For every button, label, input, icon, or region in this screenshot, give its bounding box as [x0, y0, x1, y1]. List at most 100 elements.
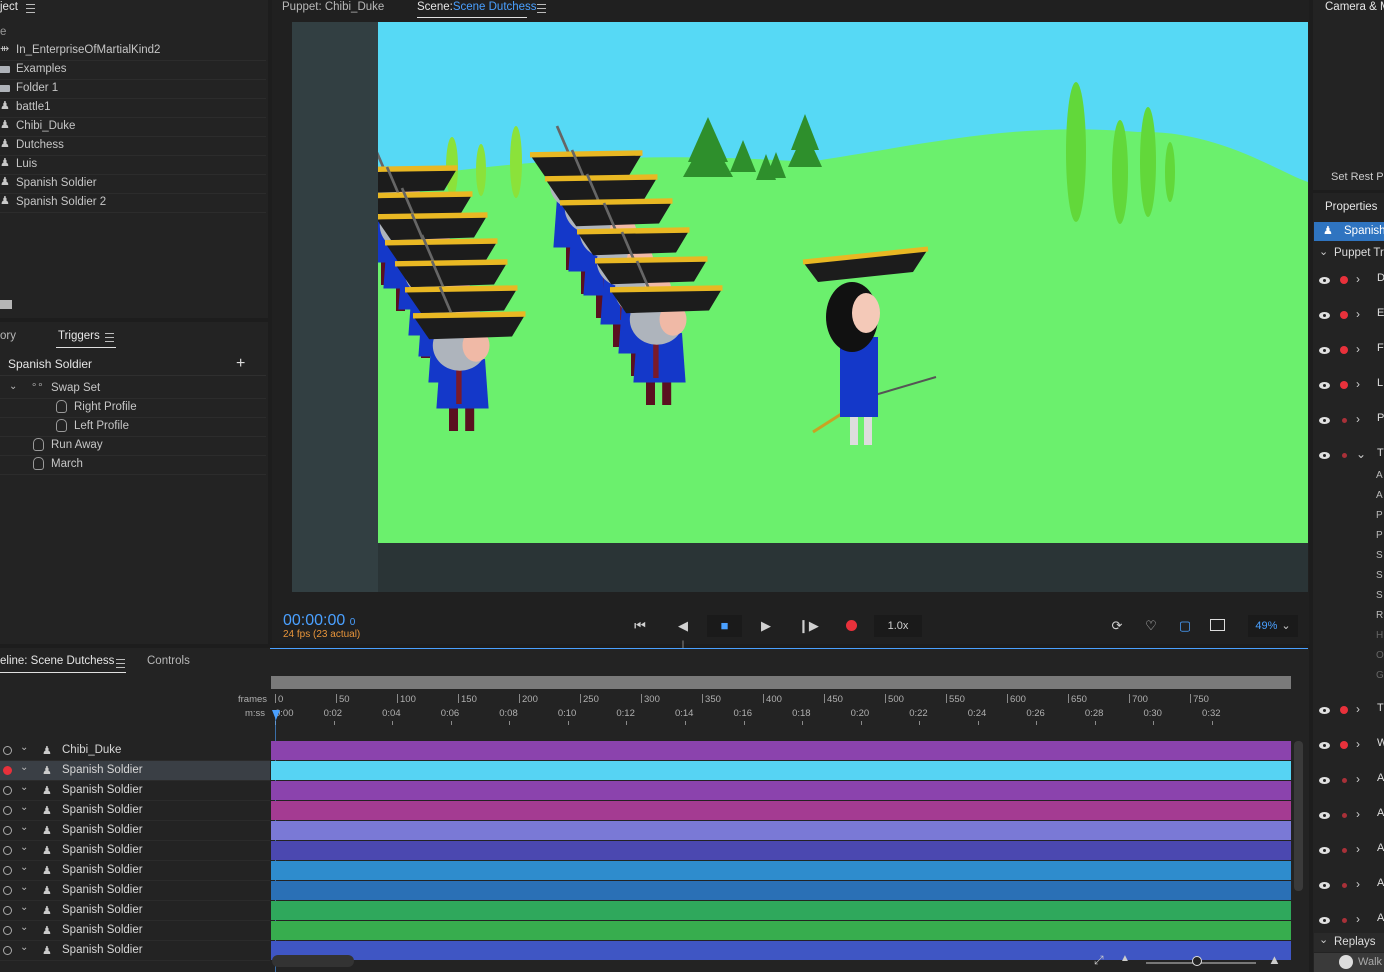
- chevron-right-icon[interactable]: ›: [1356, 912, 1360, 926]
- timeline-tab[interactable]: eline: Scene Dutchess: [0, 655, 114, 667]
- chevron-right-icon[interactable]: ›: [1356, 807, 1360, 821]
- chevron-down-icon[interactable]: ⌄: [1319, 933, 1328, 946]
- visibility-eye-icon[interactable]: [1319, 417, 1330, 424]
- layer-row[interactable]: ⌄ ♟ Spanish Soldier: [0, 901, 270, 921]
- chevron-right-icon[interactable]: ›: [1356, 702, 1360, 716]
- refresh-icon[interactable]: ⟳: [1108, 615, 1126, 637]
- chevron-down-icon[interactable]: ⌄: [20, 942, 28, 953]
- tab-puppet[interactable]: Puppet: Chibi_Duke: [282, 1, 384, 13]
- new-folder-icon[interactable]: [0, 300, 12, 309]
- layer-track-bar[interactable]: [271, 801, 1291, 820]
- record-dot-icon[interactable]: [1340, 741, 1348, 749]
- go-to-start-button[interactable]: ⏮: [630, 615, 650, 637]
- fit-to-window-icon[interactable]: [1210, 619, 1225, 631]
- add-trigger-icon[interactable]: +: [236, 355, 245, 373]
- behavior-row[interactable]: › D: [1314, 263, 1384, 297]
- chevron-down-icon[interactable]: ⌄: [20, 902, 28, 913]
- behavior-row[interactable]: › A: [1314, 868, 1384, 902]
- chevron-down-icon[interactable]: ⌄: [9, 381, 17, 392]
- record-arm-toggle[interactable]: [3, 786, 12, 795]
- project-item[interactable]: ♟ Luis: [0, 155, 266, 175]
- record-dot-icon[interactable]: [1342, 883, 1347, 888]
- layer-track-bar[interactable]: [271, 761, 1291, 780]
- chevron-down-icon[interactable]: ⌄: [20, 762, 28, 773]
- record-dot-icon[interactable]: [1342, 418, 1347, 423]
- play-replay-icon[interactable]: [1339, 955, 1353, 969]
- chevron-down-icon[interactable]: ⌄: [20, 822, 28, 833]
- project-item[interactable]: ♟ Chibi_Duke: [0, 117, 266, 137]
- chevron-down-icon[interactable]: ⌄: [1356, 447, 1366, 461]
- swap-set-row[interactable]: ⌄ ∘∘ Swap Set: [0, 379, 266, 399]
- visibility-eye-icon[interactable]: [1319, 882, 1330, 889]
- stop-button[interactable]: ■: [707, 615, 742, 637]
- project-tab[interactable]: ject: [0, 1, 18, 13]
- layer-track-bar[interactable]: [271, 741, 1291, 760]
- record-arm-toggle[interactable]: [3, 806, 12, 815]
- step-back-button[interactable]: ◀｜: [673, 615, 693, 655]
- chevron-down-icon[interactable]: ⌄: [20, 802, 28, 813]
- visibility-eye-icon[interactable]: [1319, 452, 1330, 459]
- behavior-row[interactable]: › A: [1314, 833, 1384, 867]
- playback-speed[interactable]: 1.0x: [874, 615, 922, 637]
- behavior-row[interactable]: › A: [1314, 798, 1384, 832]
- visibility-eye-icon[interactable]: [1319, 742, 1330, 749]
- behavior-row[interactable]: › P: [1314, 403, 1384, 437]
- scene-menu-icon[interactable]: [537, 4, 546, 13]
- layer-track-bar[interactable]: [271, 881, 1291, 900]
- triggers-menu-icon[interactable]: [105, 333, 114, 342]
- chevron-down-icon[interactable]: ⌄: [20, 742, 28, 753]
- layer-row[interactable]: ⌄ ♟ Spanish Soldier: [0, 921, 270, 941]
- set-rest-pose-button[interactable]: Set Rest Pc: [1331, 171, 1384, 183]
- timeline-zoom-thumb[interactable]: [1192, 956, 1202, 966]
- layer-track-bar[interactable]: [271, 941, 1291, 960]
- chevron-down-icon[interactable]: ⌄: [20, 842, 28, 853]
- record-dot-icon[interactable]: [1340, 346, 1348, 354]
- record-arm-toggle[interactable]: [3, 906, 12, 915]
- rig-mode-icon[interactable]: ♡: [1142, 615, 1160, 637]
- project-item[interactable]: ⇻ In_EnterpriseOfMartialKind2: [0, 41, 266, 61]
- chevron-right-icon[interactable]: ›: [1356, 772, 1360, 786]
- project-item[interactable]: ♟ battle1: [0, 98, 266, 118]
- layer-row[interactable]: ⌄ ♟ Spanish Soldier: [0, 841, 270, 861]
- step-forward-button[interactable]: ❙▶: [798, 615, 819, 637]
- visibility-eye-icon[interactable]: [1319, 707, 1330, 714]
- layer-row[interactable]: ⌄ ♟ Spanish Soldier: [0, 821, 270, 841]
- layer-track-bar[interactable]: [271, 921, 1291, 940]
- record-dot-icon[interactable]: [1342, 778, 1347, 783]
- record-arm-toggle[interactable]: [3, 826, 12, 835]
- visibility-eye-icon[interactable]: [1319, 347, 1330, 354]
- layer-track-bar[interactable]: [271, 861, 1291, 880]
- layer-row[interactable]: ⌄ ♟ Spanish Soldier: [0, 781, 270, 801]
- playhead[interactable]: [272, 710, 280, 720]
- scene-canvas[interactable]: [378, 22, 1308, 543]
- timeline-hscrollbar[interactable]: [272, 955, 354, 967]
- trigger-item[interactable]: Run Away: [0, 436, 266, 456]
- visibility-eye-icon[interactable]: [1319, 777, 1330, 784]
- chevron-right-icon[interactable]: ›: [1356, 272, 1360, 286]
- record-dot-icon[interactable]: [1340, 381, 1348, 389]
- layer-track-bar[interactable]: [271, 821, 1291, 840]
- history-tab[interactable]: ory: [0, 330, 16, 342]
- chevron-down-icon[interactable]: ⌄: [1319, 245, 1328, 258]
- record-arm-toggle[interactable]: [3, 946, 12, 955]
- zoom-level[interactable]: 49% ⌄: [1248, 615, 1298, 637]
- work-area-bar[interactable]: [271, 676, 1291, 689]
- record-arm-toggle[interactable]: [3, 866, 12, 875]
- record-arm-toggle[interactable]: [3, 886, 12, 895]
- expand-icon[interactable]: ⤢: [1094, 953, 1104, 968]
- record-dot-icon[interactable]: [1340, 276, 1348, 284]
- layer-row[interactable]: ⌄ ♟ Spanish Soldier: [0, 761, 270, 781]
- controls-tab[interactable]: Controls: [147, 655, 190, 667]
- record-button[interactable]: [846, 620, 857, 631]
- project-item[interactable]: ♟ Dutchess: [0, 136, 266, 156]
- project-item[interactable]: ♟ Spanish Soldier: [0, 174, 266, 194]
- visibility-eye-icon[interactable]: [1319, 277, 1330, 284]
- record-arm-toggle[interactable]: [3, 846, 12, 855]
- visibility-eye-icon[interactable]: [1319, 917, 1330, 924]
- chevron-right-icon[interactable]: ›: [1356, 342, 1360, 356]
- visibility-eye-icon[interactable]: [1319, 812, 1330, 819]
- play-button[interactable]: ▶: [756, 615, 776, 637]
- project-item[interactable]: Folder 1: [0, 79, 266, 99]
- record-arm-toggle[interactable]: [3, 766, 12, 775]
- layer-track-bar[interactable]: [271, 901, 1291, 920]
